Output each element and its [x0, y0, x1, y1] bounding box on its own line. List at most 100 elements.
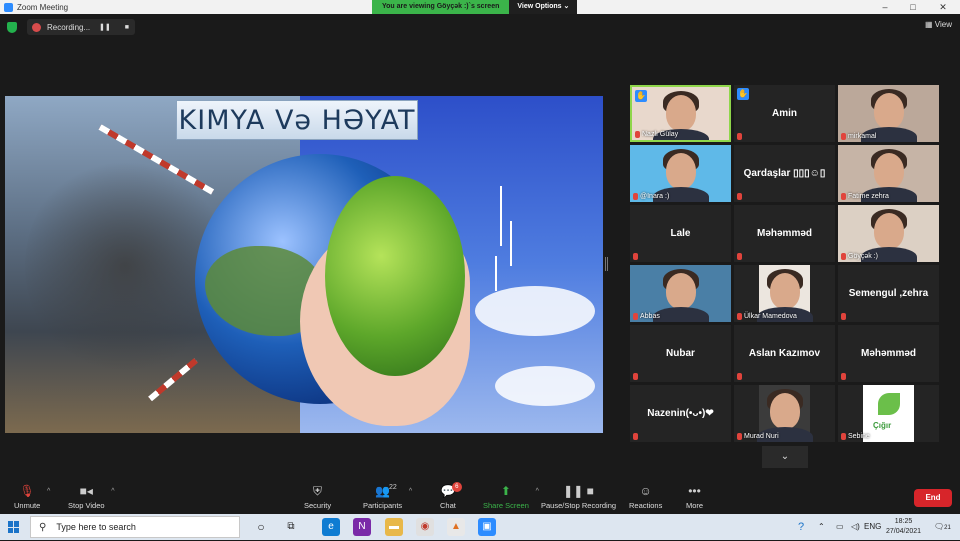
participant-label: @Inara :): [640, 193, 670, 200]
participant-tile[interactable]: Abbas: [630, 265, 731, 322]
participant-tile[interactable]: Fatime zehra: [838, 145, 939, 202]
view-options-button[interactable]: View Options ⌄: [509, 0, 578, 14]
participant-body: [652, 307, 709, 322]
edge-browser-icon[interactable]: e: [322, 518, 340, 536]
onenote-icon[interactable]: N: [353, 518, 371, 536]
participant-tile[interactable]: Amin ✋: [734, 85, 835, 142]
tray-expand-icon[interactable]: ⌃: [818, 514, 825, 540]
windows-start-icon[interactable]: [8, 521, 20, 533]
security-button[interactable]: ⛨ Security: [304, 484, 331, 510]
notifications-icon[interactable]: 🗨21: [934, 514, 951, 540]
muted-mic-icon: [841, 133, 846, 140]
security-label: Security: [304, 501, 332, 510]
shared-screen-slide: KIMYA Və HƏYAT: [5, 96, 603, 433]
participant-tile[interactable]: Çığır Sebine: [838, 385, 939, 442]
participant-tile[interactable]: Lale: [630, 205, 731, 262]
participants-button[interactable]: 👥 22 Participants ^: [363, 484, 412, 510]
participant-face: [665, 153, 696, 189]
reactions-button[interactable]: ☺ Reactions: [629, 484, 662, 510]
view-button[interactable]: ▦ View: [925, 20, 952, 29]
participant-tile[interactable]: Qardaşlar ▯▯▯☺▯: [734, 145, 835, 202]
network-icon[interactable]: ▭: [836, 514, 844, 540]
muted-mic-icon: [737, 253, 742, 260]
participant-tile[interactable]: Murad Nuri: [734, 385, 835, 442]
participants-options-caret[interactable]: ^: [409, 488, 412, 495]
participant-name: Nubar: [666, 348, 695, 359]
cortana-icon[interactable]: ○: [252, 518, 270, 536]
matlab-icon[interactable]: ▲: [447, 518, 465, 536]
muted-mic-icon: [633, 433, 638, 440]
minimize-button[interactable]: –: [870, 0, 900, 14]
volume-icon[interactable]: ◁): [851, 514, 860, 540]
view-button-label: View: [934, 20, 952, 29]
cigir-logo: Çığır: [873, 421, 892, 430]
participant-label: Sebine: [848, 433, 870, 440]
keyboard-language[interactable]: ENG: [864, 514, 881, 540]
muted-mic-icon: [633, 193, 638, 200]
more-dots-icon: •••: [688, 484, 701, 498]
participant-tile[interactable]: Nubar: [630, 325, 731, 382]
audio-options-caret[interactable]: ^: [47, 488, 50, 495]
participant-tile[interactable]: Semengul ,zehra: [838, 265, 939, 322]
participant-label: Murad Nuri: [744, 433, 779, 440]
participant-tile[interactable]: @Inara :): [630, 145, 731, 202]
share-options-caret[interactable]: ^: [536, 488, 539, 495]
video-options-caret[interactable]: ^: [111, 488, 114, 495]
end-meeting-button[interactable]: End: [914, 489, 952, 507]
pause-recording-label: Pause/Stop Recording: [541, 501, 617, 510]
participant-tile[interactable]: Nazlı Gülay ✋: [630, 85, 731, 142]
zoom-logo-icon: [4, 2, 13, 12]
participant-face: [873, 93, 904, 129]
slide-title: KIMYA Və HƏYAT: [176, 100, 418, 140]
muted-mic-icon: 🎙: [19, 484, 35, 498]
close-window-button[interactable]: ✕: [928, 0, 958, 14]
participant-tile[interactable]: mirkamal: [838, 85, 939, 142]
participant-name: Nazenin(•ᴗ•)❤: [647, 408, 714, 419]
green-planet-image: [325, 176, 465, 376]
participant-tile[interactable]: Aslan Kazımov: [734, 325, 835, 382]
stop-video-button[interactable]: ■◂ Stop Video ^: [68, 484, 115, 510]
pause-recording-icon[interactable]: ❚❚: [99, 23, 111, 31]
participant-tile[interactable]: Ülkar Mamedova: [734, 265, 835, 322]
file-explorer-icon[interactable]: ▬: [385, 518, 403, 536]
participant-tile[interactable]: Göyçək :): [838, 205, 939, 262]
cloud-image: [495, 366, 595, 406]
task-view-icon[interactable]: ⧉: [282, 518, 300, 536]
participant-name: Semengul ,zehra: [848, 288, 929, 299]
pause-stop-icon: ❚❚ ■: [563, 484, 594, 498]
pause-recording-button[interactable]: ❚❚ ■ Pause/Stop Recording: [541, 484, 616, 510]
taskbar-clock[interactable]: 18:25 27/04/2021: [886, 517, 921, 537]
participant-face: [665, 95, 696, 131]
muted-mic-icon: [737, 433, 742, 440]
chat-button[interactable]: 💬 6 Chat: [440, 482, 462, 510]
participants-label: Participants: [363, 501, 403, 510]
panel-resize-handle[interactable]: [605, 257, 608, 271]
zoom-taskbar-icon[interactable]: ▣: [478, 518, 496, 536]
taskbar-search-box[interactable]: ⚲ Type here to search: [30, 516, 240, 538]
screen-share-banner: You are viewing Göyçək :)`s screen View …: [372, 0, 578, 14]
participant-tile[interactable]: Məhəmməd: [838, 325, 939, 382]
maximize-button[interactable]: □: [898, 0, 928, 14]
muted-mic-icon: [633, 253, 638, 260]
search-icon: ⚲: [39, 521, 47, 533]
clock-date: 27/04/2021: [886, 528, 922, 535]
participant-tile[interactable]: Nazenin(•ᴗ•)❤: [630, 385, 731, 442]
stop-recording-icon[interactable]: ■: [125, 24, 129, 31]
more-button[interactable]: ••• More: [686, 484, 703, 510]
participant-tile[interactable]: Məhəmməd: [734, 205, 835, 262]
participant-name: Məhəmməd: [860, 348, 916, 359]
unmute-button[interactable]: 🎙 Unmute ^: [14, 484, 50, 510]
chrome-icon[interactable]: ◉: [416, 518, 434, 536]
meeting-top-bar: Recording... ❚❚ ■ ▦ View: [0, 14, 960, 40]
muted-mic-icon: [841, 253, 846, 260]
participants-icon: 👥: [375, 484, 391, 498]
raised-hand-icon: ✋: [635, 90, 647, 102]
meeting-toolbar: 🎙 Unmute ^ ■◂ Stop Video ^ ⛨ Security 👥 …: [0, 480, 960, 514]
encryption-shield-icon[interactable]: [7, 22, 17, 33]
share-screen-button[interactable]: ⬆ Share Screen ^: [483, 484, 539, 510]
participant-name: Lale: [670, 228, 691, 239]
participant-face: [769, 393, 800, 429]
gallery-next-page-button[interactable]: ⌄: [762, 446, 808, 468]
viewing-screen-label: You are viewing Göyçək :)`s screen: [372, 0, 510, 14]
help-icon[interactable]: ?: [798, 514, 804, 540]
